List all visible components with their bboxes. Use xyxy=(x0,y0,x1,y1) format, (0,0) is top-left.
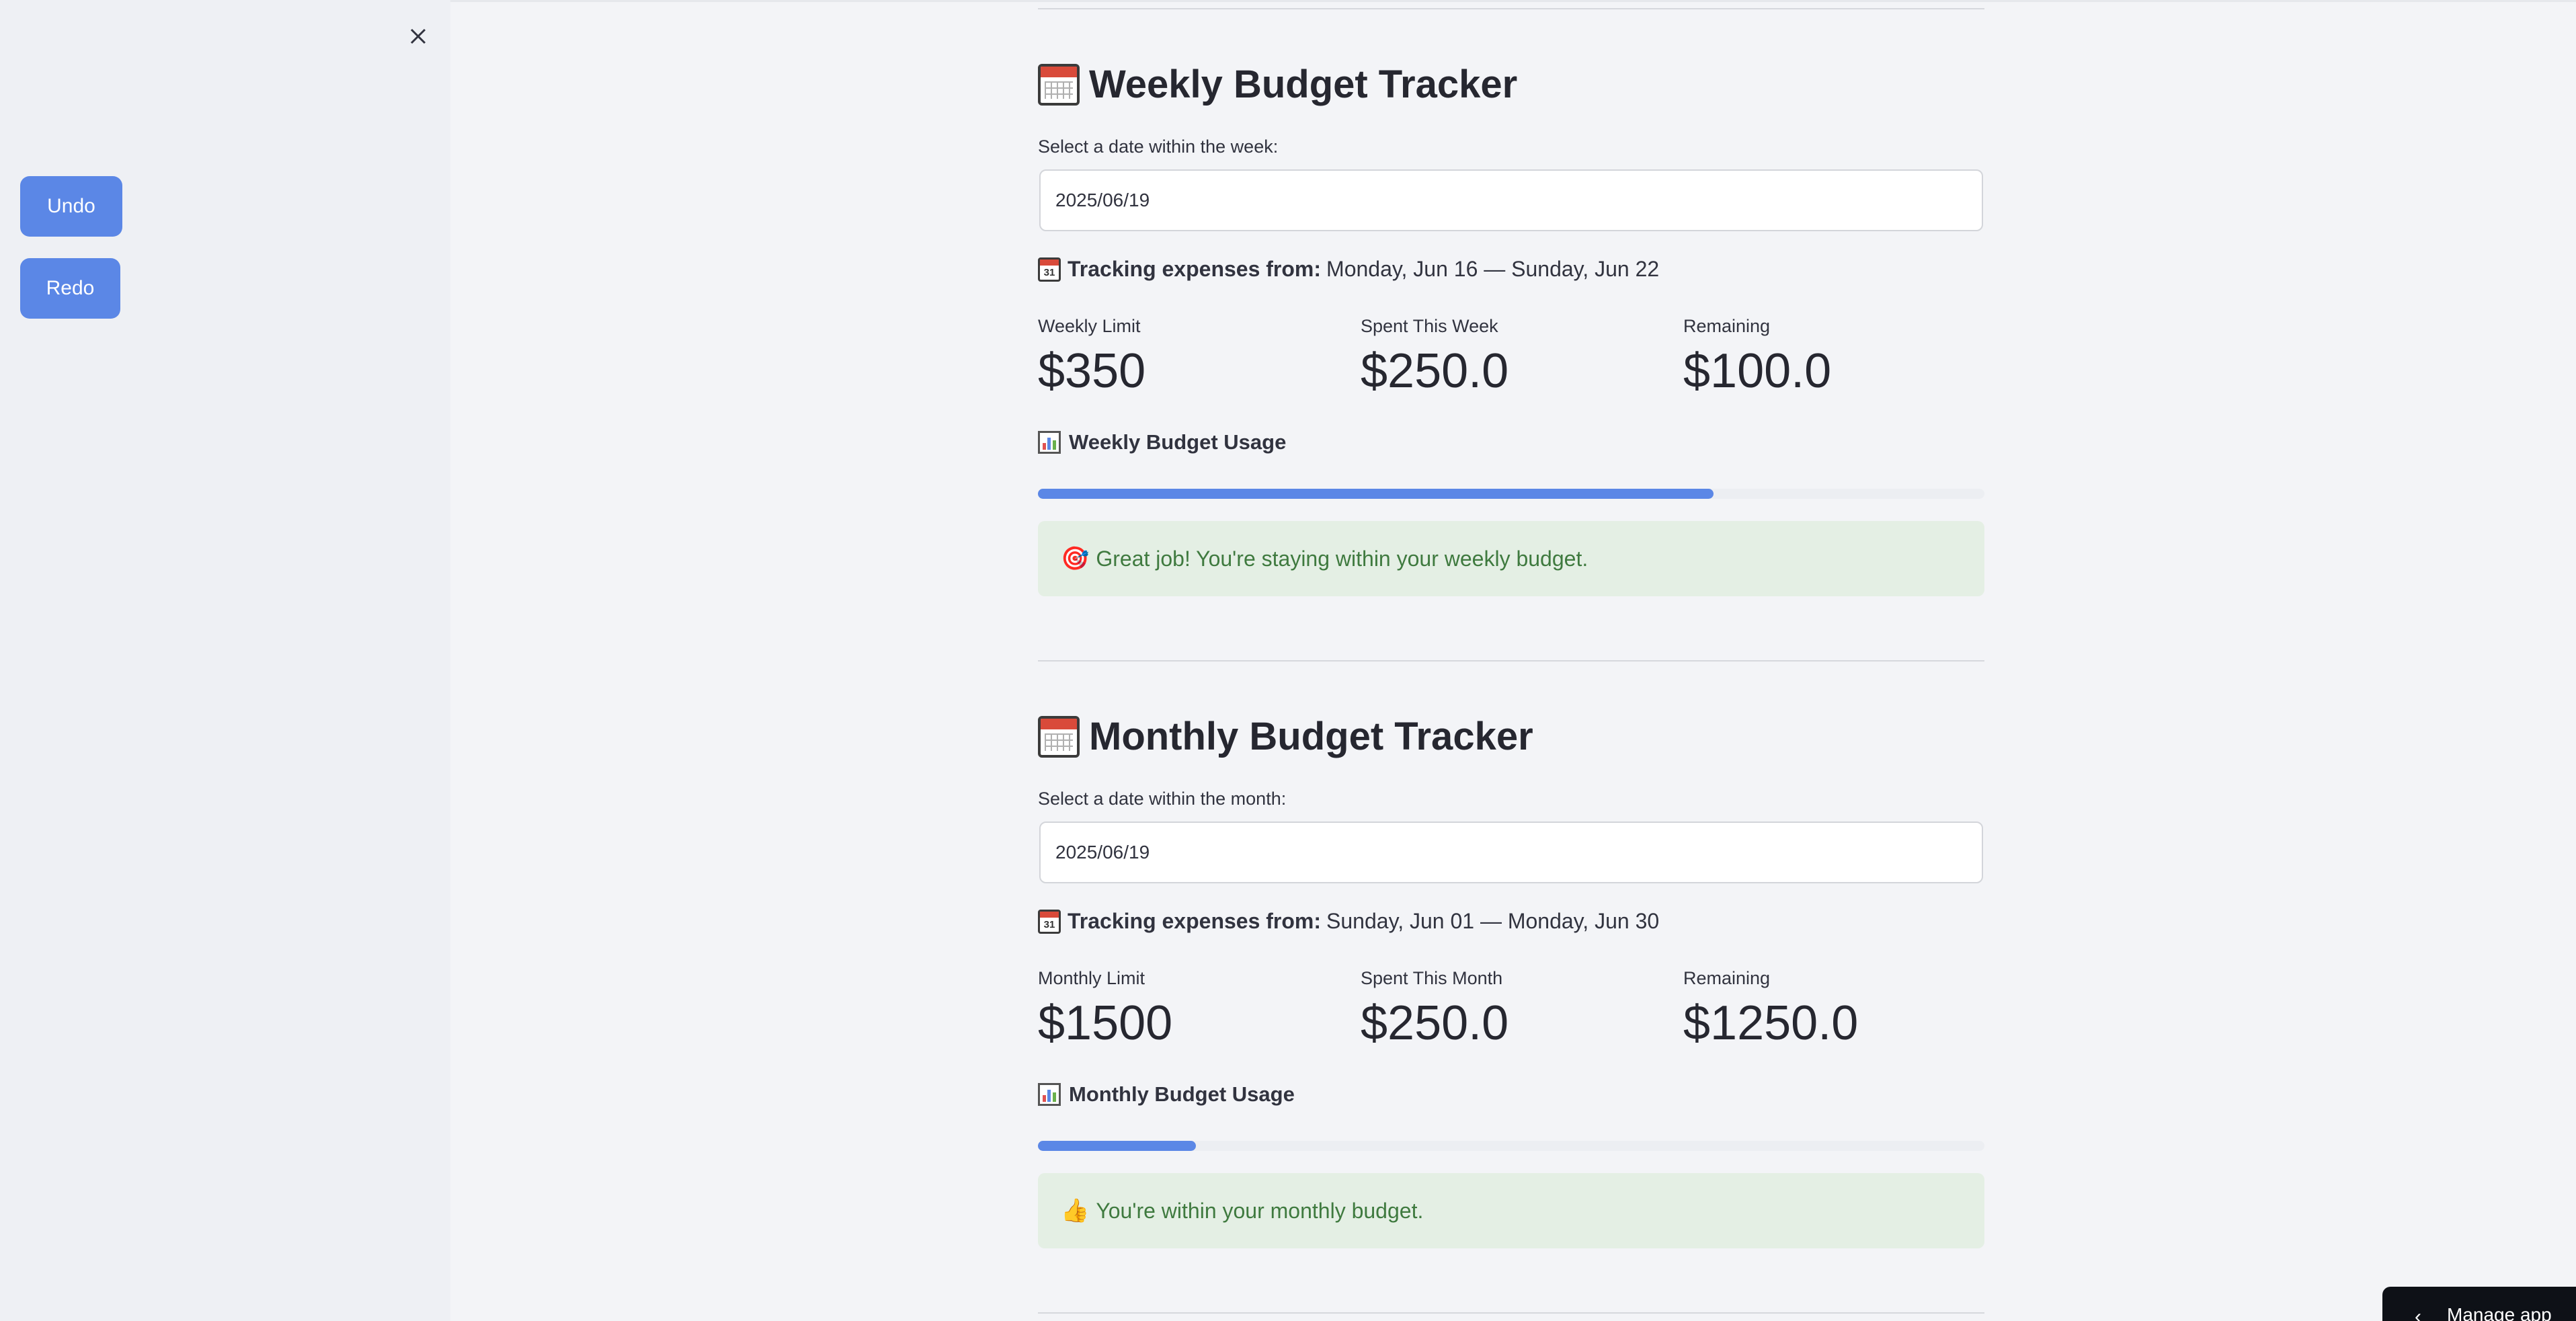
monthly-progress-bar xyxy=(1038,1141,1984,1151)
monthly-spent-metric: Spent This Month $250.0 xyxy=(1361,968,1508,1051)
monthly-usage-heading: Monthly Budget Usage xyxy=(1038,1082,1295,1107)
weekly-spent-metric: Spent This Week $250.0 xyxy=(1361,316,1508,399)
weekly-usage-heading: Weekly Budget Usage xyxy=(1038,430,1286,454)
metric-value: $1500 xyxy=(1038,996,1173,1050)
metric-label: Remaining xyxy=(1683,968,1771,988)
monthly-limit-metric: Monthly Limit $1500 xyxy=(1038,968,1172,1051)
monthly-date-input[interactable]: 2025/06/19 xyxy=(1039,822,1983,883)
sidebar: Undo Redo xyxy=(0,0,450,1321)
weekly-date-input[interactable]: 2025/06/19 xyxy=(1039,169,1983,231)
manage-app-label: Manage app xyxy=(2447,1304,2552,1321)
thumbs-up-icon: 👍 xyxy=(1061,1198,1090,1224)
weekly-tracking-label: Tracking expenses from: xyxy=(1068,257,1322,281)
monthly-title: Monthly Budget Tracker xyxy=(1038,714,1533,759)
close-icon xyxy=(410,28,426,44)
weekly-alert-text: Great job! You're staying within your we… xyxy=(1096,546,1588,571)
metric-value: $250.0 xyxy=(1361,996,1509,1050)
metric-label: Spent This Month xyxy=(1361,968,1503,988)
monthly-tracking-range: 31 Tracking expenses from: Sunday, Jun 0… xyxy=(1038,909,1659,934)
monthly-success-alert: 👍 You're within your monthly budget. xyxy=(1038,1173,1984,1248)
metric-label: Spent This Week xyxy=(1361,316,1498,336)
metric-label: Remaining xyxy=(1683,316,1771,336)
metric-value: $1250.0 xyxy=(1683,996,1859,1050)
calendar-31-icon: 31 xyxy=(1038,257,1061,282)
monthly-usage-label: Monthly Budget Usage xyxy=(1069,1082,1295,1106)
monthly-tracking-dates: Sunday, Jun 01 — Monday, Jun 30 xyxy=(1326,909,1660,933)
section-divider xyxy=(1038,1312,1984,1314)
chevron-left-icon: ‹ xyxy=(2415,1306,2421,1321)
weekly-title: Weekly Budget Tracker xyxy=(1038,62,1517,107)
monthly-progress-fill xyxy=(1038,1141,1197,1151)
calendar-icon xyxy=(1038,715,1080,758)
weekly-tracking-range: 31 Tracking expenses from: Monday, Jun 1… xyxy=(1038,257,1659,282)
monthly-alert-text: You're within your monthly budget. xyxy=(1096,1198,1424,1223)
weekly-success-alert: 🎯 Great job! You're staying within your … xyxy=(1038,521,1984,596)
monthly-title-text: Monthly Budget Tracker xyxy=(1089,715,1533,758)
weekly-tracking-dates: Monday, Jun 16 — Sunday, Jun 22 xyxy=(1326,257,1660,281)
metric-value: $350 xyxy=(1038,344,1146,398)
bar-chart-icon xyxy=(1038,1083,1061,1106)
monthly-tracking-label: Tracking expenses from: xyxy=(1068,909,1322,933)
calendar-icon xyxy=(1038,63,1080,106)
metric-label: Weekly Limit xyxy=(1038,316,1141,336)
monthly-remaining-metric: Remaining $1250.0 xyxy=(1683,968,1858,1051)
weekly-usage-label: Weekly Budget Usage xyxy=(1069,430,1287,454)
weekly-date-label: Select a date within the week: xyxy=(1038,136,1279,157)
manage-app-button[interactable]: ‹ Manage app xyxy=(2382,1287,2576,1321)
weekly-progress-bar xyxy=(1038,489,1984,499)
weekly-progress-fill xyxy=(1038,489,1714,499)
section-divider xyxy=(1038,8,1984,9)
undo-button[interactable]: Undo xyxy=(20,176,122,237)
close-sidebar-button[interactable] xyxy=(406,24,430,48)
redo-button[interactable]: Redo xyxy=(20,258,120,319)
target-icon: 🎯 xyxy=(1061,546,1090,571)
weekly-limit-metric: Weekly Limit $350 xyxy=(1038,316,1145,399)
calendar-31-icon: 31 xyxy=(1038,909,1061,934)
weekly-remaining-metric: Remaining $100.0 xyxy=(1683,316,1831,399)
section-divider xyxy=(1038,660,1984,662)
metric-label: Monthly Limit xyxy=(1038,968,1145,988)
metric-value: $100.0 xyxy=(1683,344,1832,398)
weekly-title-text: Weekly Budget Tracker xyxy=(1089,63,1518,106)
monthly-date-label: Select a date within the month: xyxy=(1038,789,1287,809)
metric-value: $250.0 xyxy=(1361,344,1509,398)
bar-chart-icon xyxy=(1038,431,1061,454)
